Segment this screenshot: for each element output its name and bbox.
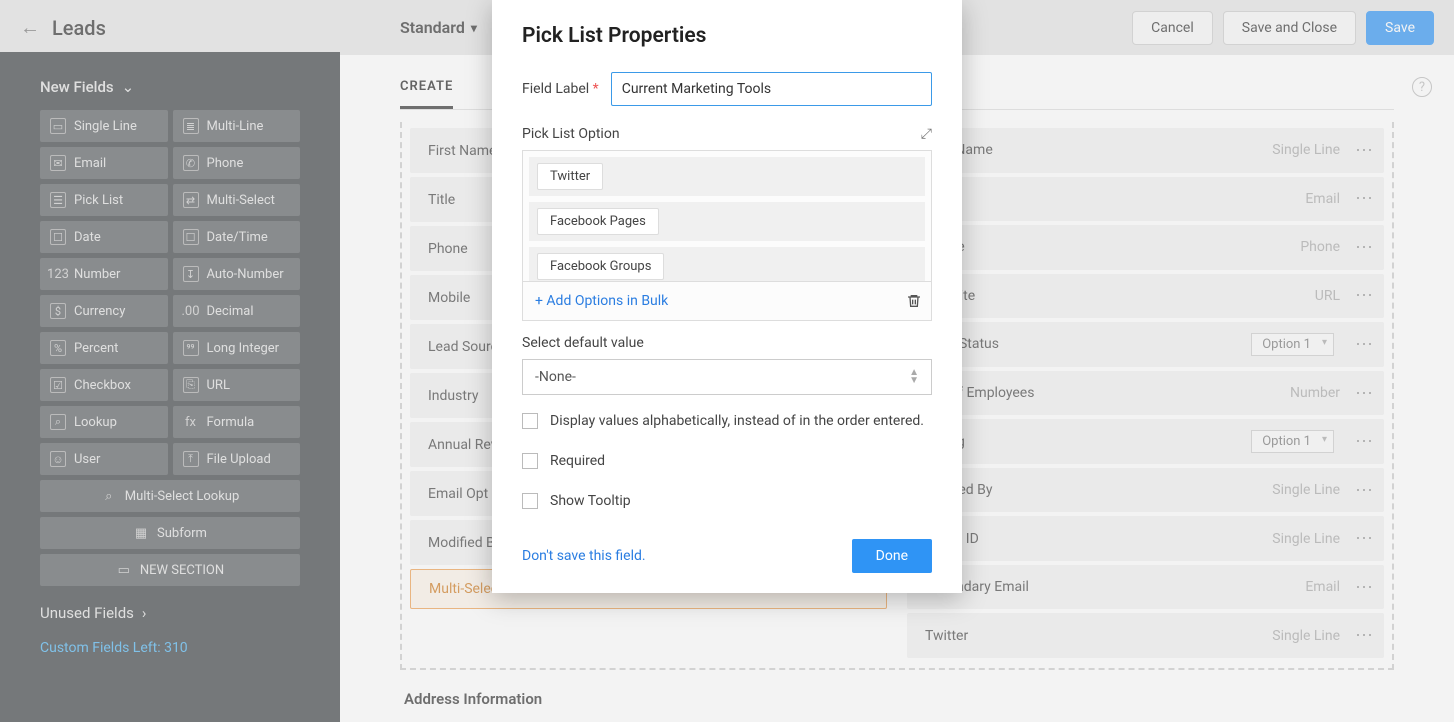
picklist-option-row[interactable]: Twitter (529, 157, 925, 196)
field-label-text: Field Label * (522, 81, 599, 97)
trash-icon[interactable] (903, 290, 925, 312)
required-checkbox-label: Required (550, 453, 605, 469)
default-value-text: -None- (535, 369, 576, 385)
picklist-properties-modal: Pick List Properties Field Label * Pick … (492, 0, 962, 593)
picklist-options-toolbar: + Add Options in Bulk (522, 282, 932, 321)
tooltip-checkbox-label: Show Tooltip (550, 493, 631, 509)
default-value-select[interactable]: -None- ▲▼ (522, 359, 932, 395)
modal-title: Pick List Properties (522, 24, 932, 48)
picklist-option-row[interactable]: Facebook Groups (529, 247, 925, 282)
picklist-options-box: Twitter Facebook Pages Facebook Groups (522, 150, 932, 282)
select-arrows-icon: ▲▼ (909, 369, 919, 385)
field-label-input[interactable] (611, 72, 932, 106)
dont-save-link[interactable]: Don't save this field. (522, 548, 646, 564)
picklist-option-chip: Facebook Groups (537, 253, 664, 280)
required-checkbox[interactable] (522, 453, 538, 469)
tooltip-checkbox-row: Show Tooltip (522, 493, 932, 509)
add-options-bulk-link[interactable]: + Add Options in Bulk (529, 293, 668, 309)
picklist-option-label: Pick List Option (522, 126, 620, 142)
field-label-row: Field Label * (522, 72, 932, 106)
picklist-option-chip: Twitter (537, 163, 603, 190)
alpha-checkbox[interactable] (522, 413, 538, 429)
alpha-checkbox-label: Display values alphabetically, instead o… (550, 413, 924, 429)
picklist-option-row[interactable]: Facebook Pages (529, 202, 925, 241)
default-value-label: Select default value (522, 335, 932, 351)
done-button[interactable]: Done (852, 539, 932, 573)
required-checkbox-row: Required (522, 453, 932, 469)
required-star-icon: * (593, 81, 599, 97)
expand-icon[interactable]: ⤢ (921, 126, 932, 142)
tooltip-checkbox[interactable] (522, 493, 538, 509)
modal-footer: Don't save this field. Done (522, 539, 932, 573)
alpha-checkbox-row: Display values alphabetically, instead o… (522, 413, 932, 429)
picklist-option-chip: Facebook Pages (537, 208, 659, 235)
